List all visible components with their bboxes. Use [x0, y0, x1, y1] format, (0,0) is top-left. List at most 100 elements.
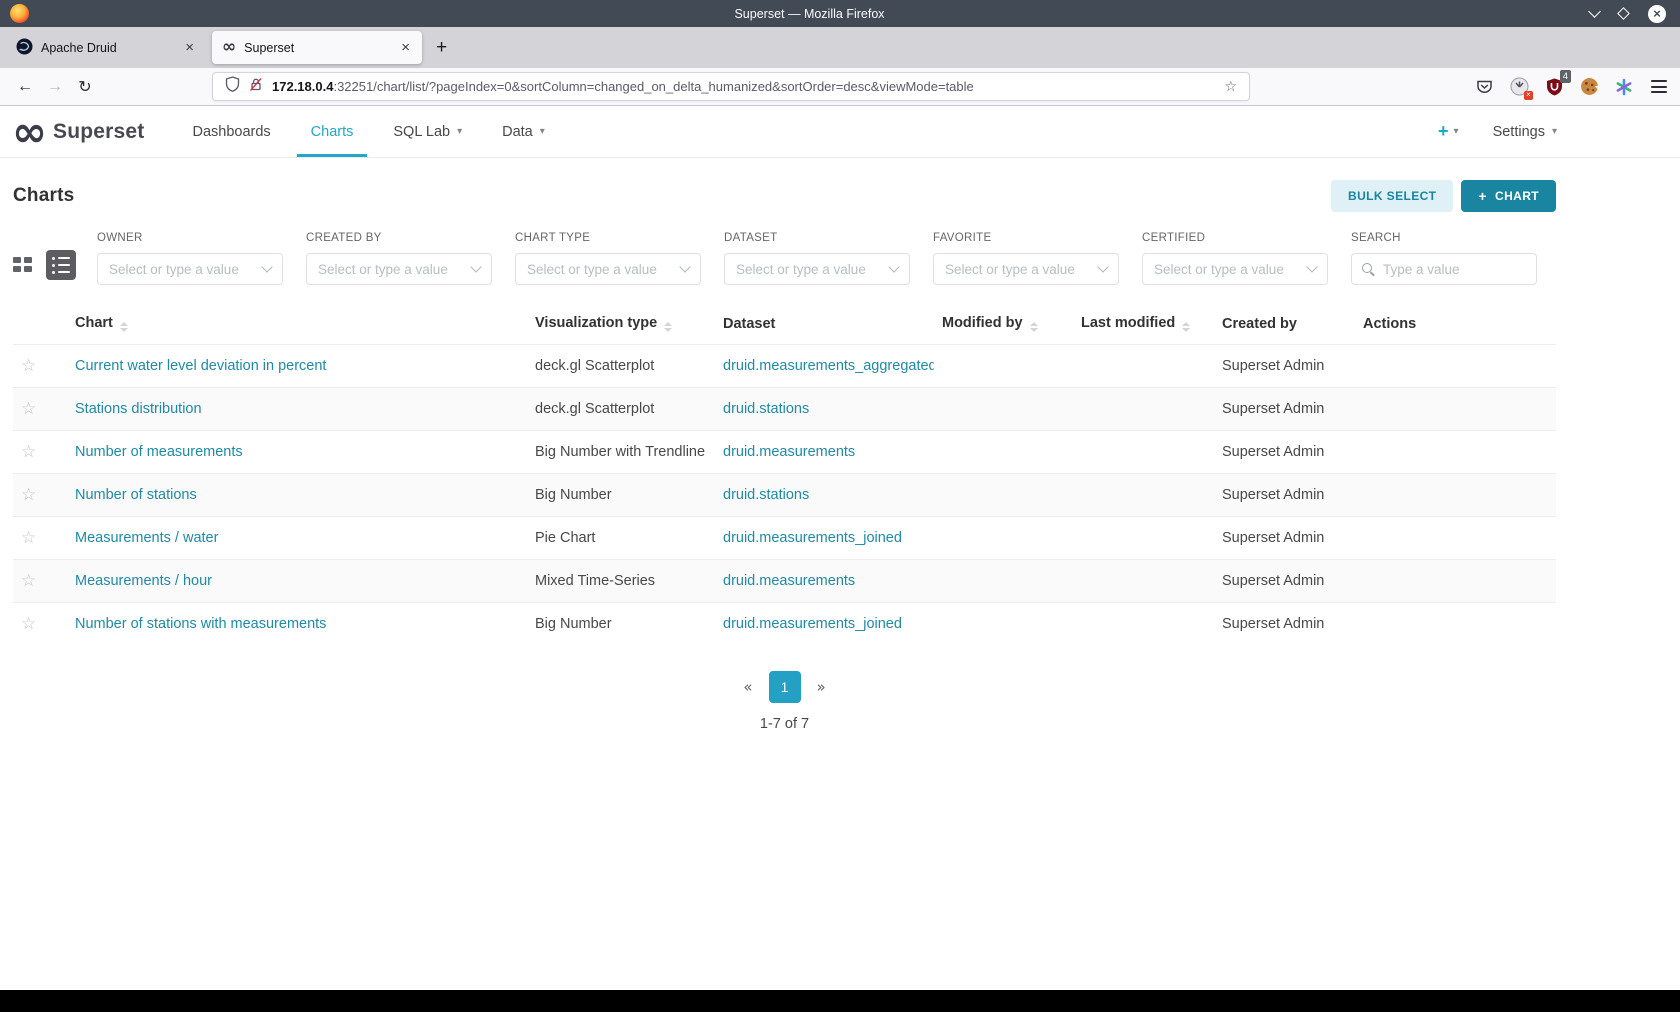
window-close-icon[interactable]: ×	[1648, 4, 1666, 23]
column-last-modified[interactable]: Last modified	[1073, 303, 1214, 345]
dataset-link[interactable]: druid.measurements	[723, 444, 855, 460]
toolbar-extensions: × 4	[1473, 69, 1670, 100]
chart-link[interactable]: Measurements / water	[75, 530, 218, 546]
superset-favicon: ∞	[222, 37, 237, 57]
chevron-down-icon: ▾	[1453, 126, 1459, 137]
chart-link[interactable]: Measurements / hour	[75, 573, 212, 589]
charts-table-card: Chart Visualization type Dataset Modifie…	[13, 303, 1556, 645]
next-page-button[interactable]: »	[809, 678, 834, 696]
ublock-shield-icon[interactable]: 4	[1543, 69, 1571, 98]
bookmark-star-icon[interactable]: ☆	[1224, 79, 1237, 95]
tab-apache-druid[interactable]: Apache Druid ×	[6, 31, 206, 64]
settings-menu[interactable]: Settings ▾	[1493, 124, 1557, 140]
favorite-star-icon[interactable]: ☆	[21, 571, 36, 591]
column-chart[interactable]: Chart	[67, 303, 527, 345]
chart-type-select[interactable]: Select or type a value	[515, 253, 701, 285]
chart-link[interactable]: Stations distribution	[75, 401, 202, 417]
blocked-count-badge: 4	[1559, 69, 1571, 83]
actions-cell	[1355, 345, 1556, 388]
reload-button[interactable]: ↻	[70, 73, 100, 101]
dataset-link[interactable]: druid.measurements_joined	[723, 616, 902, 632]
main-content: Charts BULK SELECT + CHART OWNER Select …	[13, 158, 1560, 732]
chart-link[interactable]: Number of stations	[75, 487, 197, 503]
chevron-down-icon	[679, 261, 691, 273]
created-by-cell: Superset Admin	[1222, 444, 1325, 460]
viz-type-cell: Pie Chart	[535, 530, 596, 546]
dataset-link[interactable]: druid.measurements	[723, 573, 855, 589]
table-row: ☆ Number of measurements Big Number with…	[13, 430, 1556, 474]
bulk-select-button[interactable]: BULK SELECT	[1331, 180, 1454, 212]
window-minimize-icon[interactable]	[1588, 5, 1601, 18]
search-icon	[1362, 262, 1375, 276]
pocket-icon[interactable]	[1473, 76, 1495, 98]
favorite-star-icon[interactable]: ☆	[21, 399, 36, 419]
last-modified-cell	[1073, 560, 1214, 603]
tab-close-icon[interactable]: ×	[183, 39, 196, 56]
url-bar[interactable]: 172.18.0.4:32251/chart/list/?pageIndex=0…	[212, 72, 1250, 101]
page-1-button[interactable]: 1	[768, 671, 801, 703]
tracking-shield-icon[interactable]	[225, 76, 240, 97]
new-tab-button[interactable]: +	[428, 37, 455, 59]
chart-link[interactable]: Number of measurements	[75, 444, 243, 460]
favorite-star-icon[interactable]: ☆	[21, 528, 36, 548]
filter-label: DATASET	[724, 232, 778, 244]
containers-asterisk-icon[interactable]	[1613, 76, 1635, 98]
owner-select[interactable]: Select or type a value	[97, 253, 283, 285]
nav-item-charts[interactable]: Charts	[297, 106, 368, 157]
dataset-link[interactable]: druid.stations	[723, 487, 809, 503]
tab-close-icon[interactable]: ×	[399, 39, 412, 56]
menu-icon[interactable]	[1648, 76, 1670, 98]
chevron-down-icon: ▾	[457, 126, 463, 137]
sort-icon[interactable]	[1030, 322, 1038, 332]
chart-link[interactable]: Current water level deviation in percent	[75, 358, 326, 374]
certified-select[interactable]: Select or type a value	[1142, 253, 1328, 285]
view-toggles	[13, 250, 76, 280]
search-input[interactable]	[1383, 261, 1560, 277]
favorite-star-icon[interactable]: ☆	[21, 485, 36, 505]
new-item-button[interactable]: + ▾	[1438, 121, 1459, 142]
filter-certified: CERTIFIED Select or type a value	[1142, 232, 1328, 285]
favorite-select[interactable]: Select or type a value	[933, 253, 1119, 285]
add-chart-button[interactable]: + CHART	[1461, 180, 1556, 212]
favorite-star-icon[interactable]: ☆	[21, 614, 36, 634]
sort-icon[interactable]	[664, 322, 672, 332]
nav-item-dashboards[interactable]: Dashboards	[178, 106, 284, 157]
sort-icon[interactable]	[1182, 322, 1190, 332]
created-by-select[interactable]: Select or type a value	[306, 253, 492, 285]
favorite-star-icon[interactable]: ☆	[21, 356, 36, 376]
chevron-down-icon	[888, 261, 900, 273]
superset-brand[interactable]: ∞ Superset	[12, 106, 144, 157]
insecure-lock-icon[interactable]	[249, 77, 263, 97]
filter-search: SEARCH	[1351, 232, 1560, 285]
dataset-link[interactable]: druid.measurements_joined	[723, 530, 902, 546]
extension-icon[interactable]: ×	[1508, 76, 1533, 100]
back-button[interactable]: ←	[10, 73, 40, 101]
nav-item-data[interactable]: Data ▾	[488, 106, 559, 157]
nav-item-sql-lab[interactable]: SQL Lab ▾	[379, 106, 476, 157]
actions-cell	[1355, 388, 1556, 431]
dataset-select[interactable]: Select or type a value	[724, 253, 910, 285]
column-modified-by[interactable]: Modified by	[934, 303, 1073, 345]
tab-label: Superset	[244, 40, 295, 55]
filter-chart-type: CHART TYPE Select or type a value	[515, 232, 701, 285]
window-maximize-icon[interactable]	[1617, 7, 1630, 20]
last-modified-cell	[1073, 474, 1214, 517]
tab-superset[interactable]: ∞ Superset ×	[212, 31, 422, 64]
dataset-link[interactable]: druid.measurements_aggregated	[723, 358, 934, 374]
prev-page-button[interactable]: «	[735, 678, 760, 696]
filter-label: OWNER	[97, 232, 143, 244]
card-view-icon[interactable]	[13, 256, 33, 274]
select-placeholder: Select or type a value	[945, 261, 1075, 277]
actions-cell	[1355, 474, 1556, 517]
favorite-star-icon[interactable]: ☆	[21, 442, 36, 462]
list-view-icon[interactable]	[46, 250, 76, 280]
dataset-link[interactable]: druid.stations	[723, 401, 809, 417]
column-viz-type[interactable]: Visualization type	[527, 303, 715, 345]
page-header: Charts BULK SELECT + CHART	[13, 158, 1556, 228]
chart-link[interactable]: Number of stations with measurements	[75, 616, 326, 632]
modified-by-cell	[934, 560, 1073, 603]
sort-icon[interactable]	[120, 322, 128, 332]
forward-button[interactable]: →	[40, 73, 70, 101]
filter-bar: OWNER Select or type a value CREATED BY …	[13, 232, 1560, 285]
cookie-icon[interactable]	[1578, 76, 1600, 98]
